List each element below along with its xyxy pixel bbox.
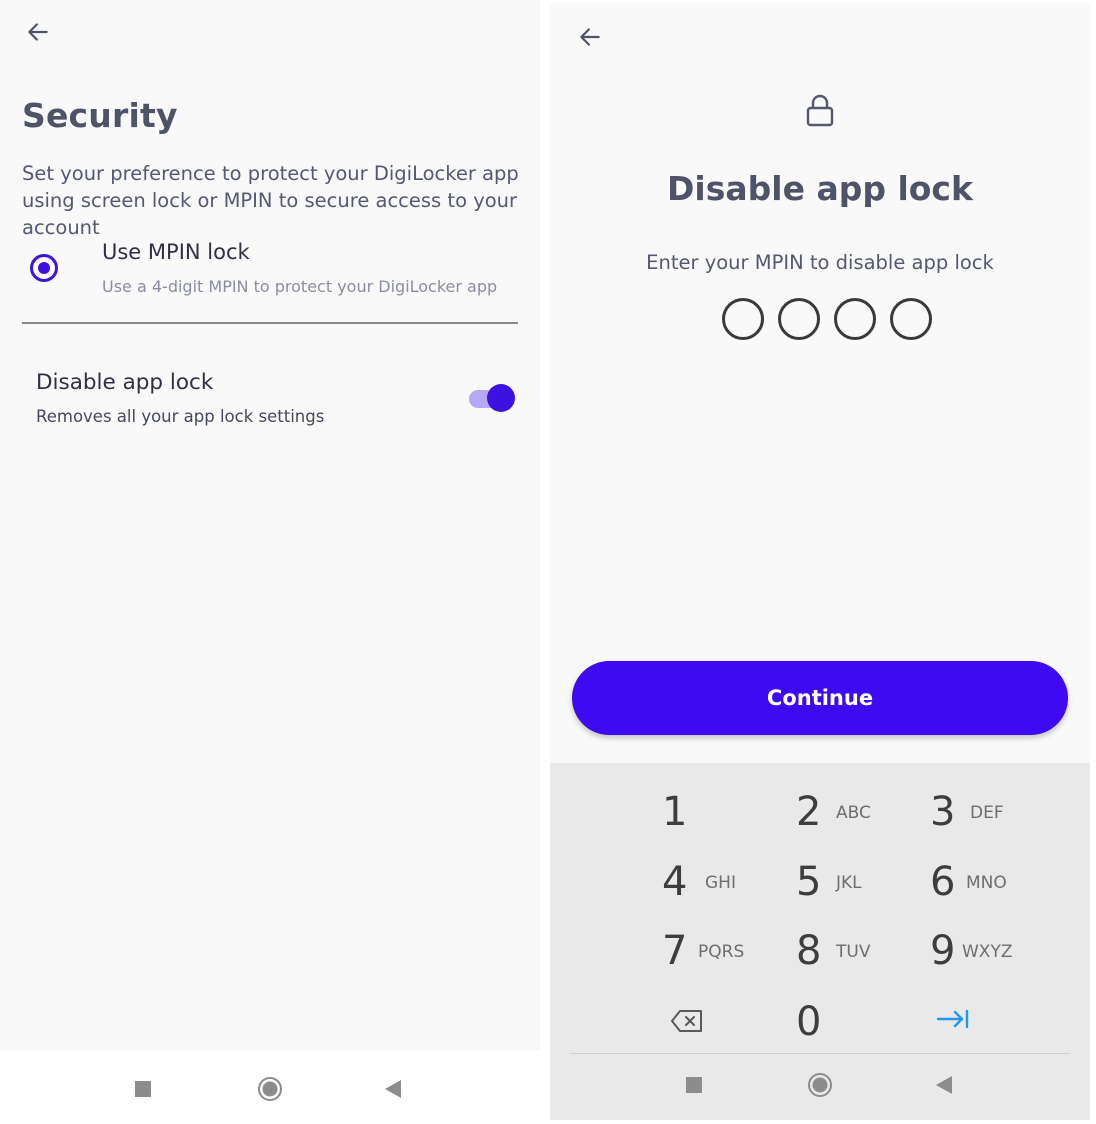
key-1[interactable]: 1	[662, 785, 796, 845]
square-icon	[686, 1077, 702, 1093]
continue-button[interactable]: Continue	[572, 661, 1068, 735]
lock-icon	[806, 94, 834, 127]
pin-digit-slot	[778, 298, 820, 340]
system-nav-bar	[550, 1048, 1090, 1120]
nav-back-button[interactable]	[929, 1070, 959, 1100]
backspace-icon	[671, 1010, 702, 1032]
key-digit: 7	[662, 928, 688, 974]
recents-button[interactable]	[128, 1074, 158, 1104]
key-digit: 8	[796, 928, 822, 974]
key-digit: 0	[796, 999, 822, 1045]
key-letters: TUV	[836, 942, 871, 962]
mpin-option-subtitle: Use a 4-digit MPIN to protect your DigiL…	[102, 277, 498, 296]
key-6[interactable]: 6 MNO	[930, 855, 1064, 915]
mpin-lock-option[interactable]: Use MPIN lock Use a 4-digit MPIN to prot…	[22, 236, 518, 306]
disable-app-lock-screen: Disable app lock Enter your MPIN to disa…	[550, 3, 1090, 1120]
backspace-key[interactable]	[662, 995, 796, 1055]
page-title: Security	[22, 96, 178, 135]
key-letters: MNO	[966, 873, 1007, 893]
disable-option-subtitle: Removes all your app lock settings	[36, 407, 325, 426]
system-nav-bar	[0, 1052, 540, 1124]
key-5[interactable]: 5 JKL	[796, 855, 930, 915]
key-digit: 1	[662, 789, 688, 835]
disable-app-lock-toggle[interactable]	[469, 384, 515, 412]
back-button[interactable]	[18, 12, 58, 52]
numeric-keypad: 1 2 ABC 3 DEF 4 GHI 5 JKL 6 MNO 7 PQRS 8	[550, 763, 1090, 1120]
arrow-left-icon	[28, 23, 48, 41]
key-2[interactable]: 2 ABC	[796, 785, 930, 845]
mpin-instruction: Enter your MPIN to disable app lock	[646, 251, 994, 274]
mpin-radio-button[interactable]	[30, 254, 58, 282]
nav-back-button[interactable]	[378, 1074, 408, 1104]
key-letters: PQRS	[698, 942, 745, 962]
mpin-input[interactable]	[722, 298, 932, 340]
key-digit: 2	[796, 789, 822, 835]
square-icon	[135, 1081, 151, 1097]
triangle-icon	[385, 1080, 401, 1098]
key-4[interactable]: 4 GHI	[662, 855, 796, 915]
key-digit: 6	[930, 859, 956, 905]
key-letters: JKL	[836, 873, 862, 893]
key-9[interactable]: 9 WXYZ	[930, 924, 1064, 984]
key-letters: WXYZ	[962, 942, 1013, 962]
page-description: Set your preference to protect your Digi…	[22, 162, 519, 239]
recents-button[interactable]	[679, 1070, 709, 1100]
circle-icon	[258, 1077, 282, 1101]
key-digit: 3	[930, 789, 956, 835]
page-title: Disable app lock	[667, 169, 973, 208]
pin-digit-slot	[834, 298, 876, 340]
key-letters: GHI	[705, 873, 736, 893]
key-digit: 4	[662, 859, 688, 905]
key-digit: 5	[796, 859, 822, 905]
next-key[interactable]	[936, 995, 1070, 1055]
security-screen: Security Set your preference to protect …	[0, 0, 540, 1124]
toggle-thumb	[487, 384, 515, 412]
home-button[interactable]	[255, 1074, 285, 1104]
key-3[interactable]: 3 DEF	[930, 785, 1064, 845]
section-divider	[22, 322, 518, 324]
back-button[interactable]	[570, 17, 610, 57]
key-letters: ABC	[836, 803, 871, 823]
pin-digit-slot	[722, 298, 764, 340]
mpin-option-title: Use MPIN lock	[102, 240, 250, 264]
security-content: Security Set your preference to protect …	[0, 0, 540, 1050]
key-8[interactable]: 8 TUV	[796, 924, 930, 984]
radio-selected-dot	[38, 262, 50, 274]
key-digit: 9	[930, 928, 956, 974]
key-7[interactable]: 7 PQRS	[662, 924, 796, 984]
arrow-left-icon	[580, 28, 600, 46]
disable-option-title: Disable app lock	[36, 370, 214, 395]
key-0[interactable]: 0	[796, 995, 930, 1055]
circle-icon	[808, 1073, 832, 1097]
pin-digit-slot	[890, 298, 932, 340]
home-button[interactable]	[805, 1070, 835, 1100]
disable-app-lock-option: Disable app lock Removes all your app lo…	[36, 366, 518, 436]
tab-next-icon	[936, 1009, 969, 1029]
key-letters: DEF	[970, 803, 1004, 823]
triangle-icon	[936, 1076, 952, 1094]
